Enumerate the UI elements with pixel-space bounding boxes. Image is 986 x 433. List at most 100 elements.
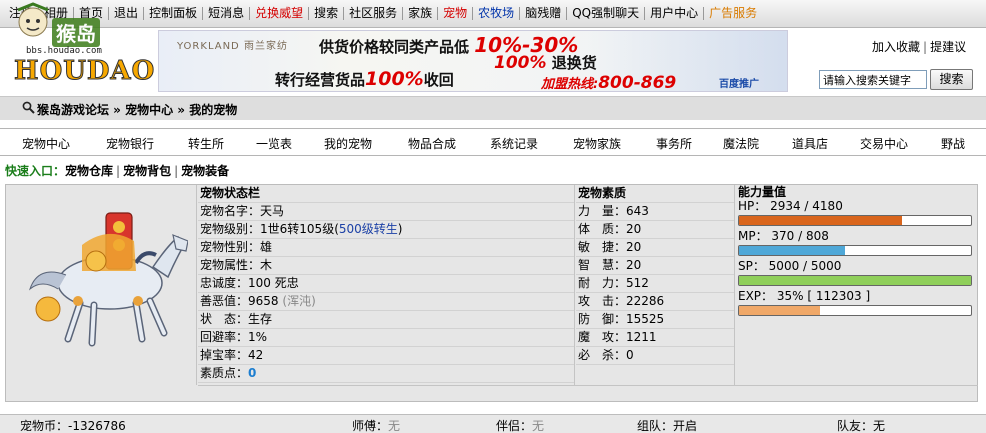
main-nav-item[interactable]: 野战: [941, 135, 965, 152]
main-nav-item[interactable]: 交易中心: [860, 135, 908, 152]
mp-label: MP： 370 / 808: [738, 229, 829, 243]
exp-bar: [738, 305, 972, 316]
quality-row: 敏 捷：20: [576, 239, 734, 257]
main-nav-item[interactable]: 宠物中心: [22, 135, 70, 152]
breadcrumb-bar: 猴岛游戏论坛 » 宠物中心 » 我的宠物: [0, 96, 986, 120]
header-link-separator: |: [923, 40, 928, 54]
top-nav-item[interactable]: 社区服务: [344, 7, 404, 20]
top-nav-item[interactable]: 宠物: [438, 7, 474, 20]
pet-karma-row: 善恶值：9658 (浑沌): [198, 293, 574, 311]
main-nav-item[interactable]: 道具店: [792, 135, 828, 152]
banner-sponsor: 百度推广: [719, 79, 759, 90]
banner-hotline: 加盟热线:800-869: [541, 73, 677, 92]
pet-coin: 宠物币：-1326786: [20, 419, 126, 433]
bookmark-link[interactable]: 加入收藏: [872, 40, 920, 54]
main-nav-item[interactable]: 宠物银行: [106, 135, 154, 152]
pet-state-row: 状 态：生存: [198, 311, 574, 329]
ability-column: 能力量值 HP： 2934 / 4180 MP： 370 / 808 SP： 5…: [736, 185, 978, 385]
quality-row: 防 御：15525: [576, 311, 734, 329]
site-header: 猴岛 bbs.houdao.com HOUDAO YORKLAND 雨兰家纺 供…: [0, 2, 986, 96]
ad-banner[interactable]: YORKLAND 雨兰家纺 供货价格较同类产品低 10%-30% 100% 退换…: [158, 30, 788, 92]
pet-gender-row: 宠物性别：雄: [198, 239, 574, 257]
main-nav-item[interactable]: 宠物家族: [573, 135, 621, 152]
partner-field: 伴侣：无: [496, 419, 545, 433]
hp-bar: [738, 215, 972, 226]
main-nav-item[interactable]: 物品合成: [408, 135, 456, 152]
teammate-field: 队友：无: [837, 419, 886, 433]
banner-brand: YORKLAND 雨兰家纺: [177, 41, 288, 52]
quality-row: 体 质：20: [576, 221, 734, 239]
exp-bar-fill: [739, 306, 821, 315]
pet-element-row: 宠物属性：木: [198, 257, 574, 275]
pet-image-cell: [6, 185, 197, 385]
banner-line3: 转行经营货品100%收回: [275, 68, 454, 90]
monkey-mascot-icon: [17, 2, 49, 37]
suggest-link[interactable]: 提建议: [930, 40, 966, 54]
sp-label: SP： 5000 / 5000: [738, 259, 842, 273]
pet-name-value: 天马: [260, 204, 285, 218]
pet-footer: 宠物币：-1326786 师傅：无 伴侣：无 组队：开启 队友：无: [0, 414, 986, 433]
search-icon: [22, 101, 35, 114]
quality-column: 宠物素质 力 量：643 体 质：20 敏 捷：20 智 慧：20 耐 力：512 攻 击…: [576, 185, 735, 385]
top-nav-item[interactable]: 控制面板: [144, 7, 204, 20]
rebirth-link[interactable]: 500级转生: [339, 222, 398, 236]
mp-bar: [738, 245, 972, 256]
top-nav-item[interactable]: 用户中心: [645, 7, 705, 20]
main-nav-item[interactable]: 事务所: [656, 135, 692, 152]
top-nav-item[interactable]: 兑换威望: [250, 7, 310, 20]
quick-separator: |: [116, 164, 121, 178]
top-nav: 注册 相册 首页 退出 控制面板 短消息 兑换威望 搜索 社区服务 家族 宠物 农牧场 脑残赠 QQ强制聊…: [4, 7, 762, 20]
pet-pegasus-image: [28, 212, 188, 347]
main-nav-item[interactable]: 转生所: [188, 135, 224, 152]
search-button[interactable]: 搜索: [930, 69, 973, 90]
quick-separator: |: [174, 164, 179, 178]
hp-bar-fill: [739, 216, 902, 225]
quality-row: 必 杀：0: [576, 347, 734, 365]
quality-row: 智 慧：20: [576, 257, 734, 275]
top-nav-item[interactable]: 退出: [109, 7, 145, 20]
quick-link-warehouse[interactable]: 宠物仓库: [65, 164, 113, 178]
search-input[interactable]: [819, 70, 927, 89]
top-nav-item[interactable]: 广告服务: [704, 7, 762, 20]
main-nav-item[interactable]: 我的宠物: [324, 135, 372, 152]
quality-row: 攻 击：22286: [576, 293, 734, 311]
quick-entry-label: 快速入口：: [5, 164, 66, 178]
pet-level-row: 宠物级别：1世6转105级(500级转生): [198, 221, 574, 239]
top-nav-item[interactable]: 脑残赠: [520, 7, 568, 20]
panel-bottom-strip: [198, 385, 978, 401]
quick-link-backpack[interactable]: 宠物背包: [123, 164, 171, 178]
mp-bar-fill: [739, 246, 846, 255]
top-nav-item[interactable]: 农牧场: [473, 7, 521, 20]
pet-dodge-row: 回避率：1%: [198, 329, 574, 347]
main-nav-item[interactable]: 系统记录: [490, 135, 538, 152]
logo-wordmark: HOUDAO: [13, 56, 156, 87]
header-links: 加入收藏 | 提建议: [872, 38, 966, 55]
ability-title: 能力量值: [738, 185, 787, 199]
quality-row: 魔 攻：1211: [576, 329, 734, 347]
pet-loyalty-row: 忠诚度：100 死忠: [198, 275, 574, 293]
sp-bar-fill: [739, 276, 971, 285]
quality-row: 耐 力：512: [576, 275, 734, 293]
banner-line2: 100% 退换货: [494, 53, 597, 73]
top-nav-item[interactable]: 搜索: [309, 7, 345, 20]
quick-link-equipment[interactable]: 宠物装备: [181, 164, 229, 178]
site-logo[interactable]: 猴岛 bbs.houdao.com HOUDAO: [10, 2, 160, 96]
logo-cn-text: 猴岛: [52, 18, 100, 47]
top-nav-item[interactable]: QQ强制聊天: [567, 7, 646, 20]
pet-name-row: 宠物名字：天马: [198, 203, 574, 221]
exp-label: EXP： 35% [ 112303 ]: [738, 289, 871, 303]
breadcrumb[interactable]: 猴岛游戏论坛 » 宠物中心 » 我的宠物: [37, 101, 237, 118]
pet-points-row: 素质点：0: [198, 365, 574, 383]
top-bar: 注册 相册 首页 退出 控制面板 短消息 兑换威望 搜索 社区服务 家族 宠物 农牧场 脑残赠 QQ强制聊…: [0, 0, 986, 28]
logo-url: bbs.houdao.com: [26, 46, 102, 56]
main-nav-item[interactable]: 魔法院: [723, 135, 759, 152]
team-field: 组队：开启: [637, 419, 698, 433]
pet-panel: 宠物状态栏 宠物名字：天马 宠物级别：1世6转105级(500级转生) 宠物性别…: [5, 184, 978, 402]
master-field: 师傅：无: [352, 419, 401, 433]
top-nav-item[interactable]: 家族: [403, 7, 439, 20]
quality-title: 宠物素质: [576, 185, 734, 203]
quality-row: 力 量：643: [576, 203, 734, 221]
top-nav-item[interactable]: 短消息: [203, 7, 251, 20]
main-nav-item[interactable]: 一览表: [256, 135, 292, 152]
pet-drop-row: 掉宝率：42: [198, 347, 574, 365]
